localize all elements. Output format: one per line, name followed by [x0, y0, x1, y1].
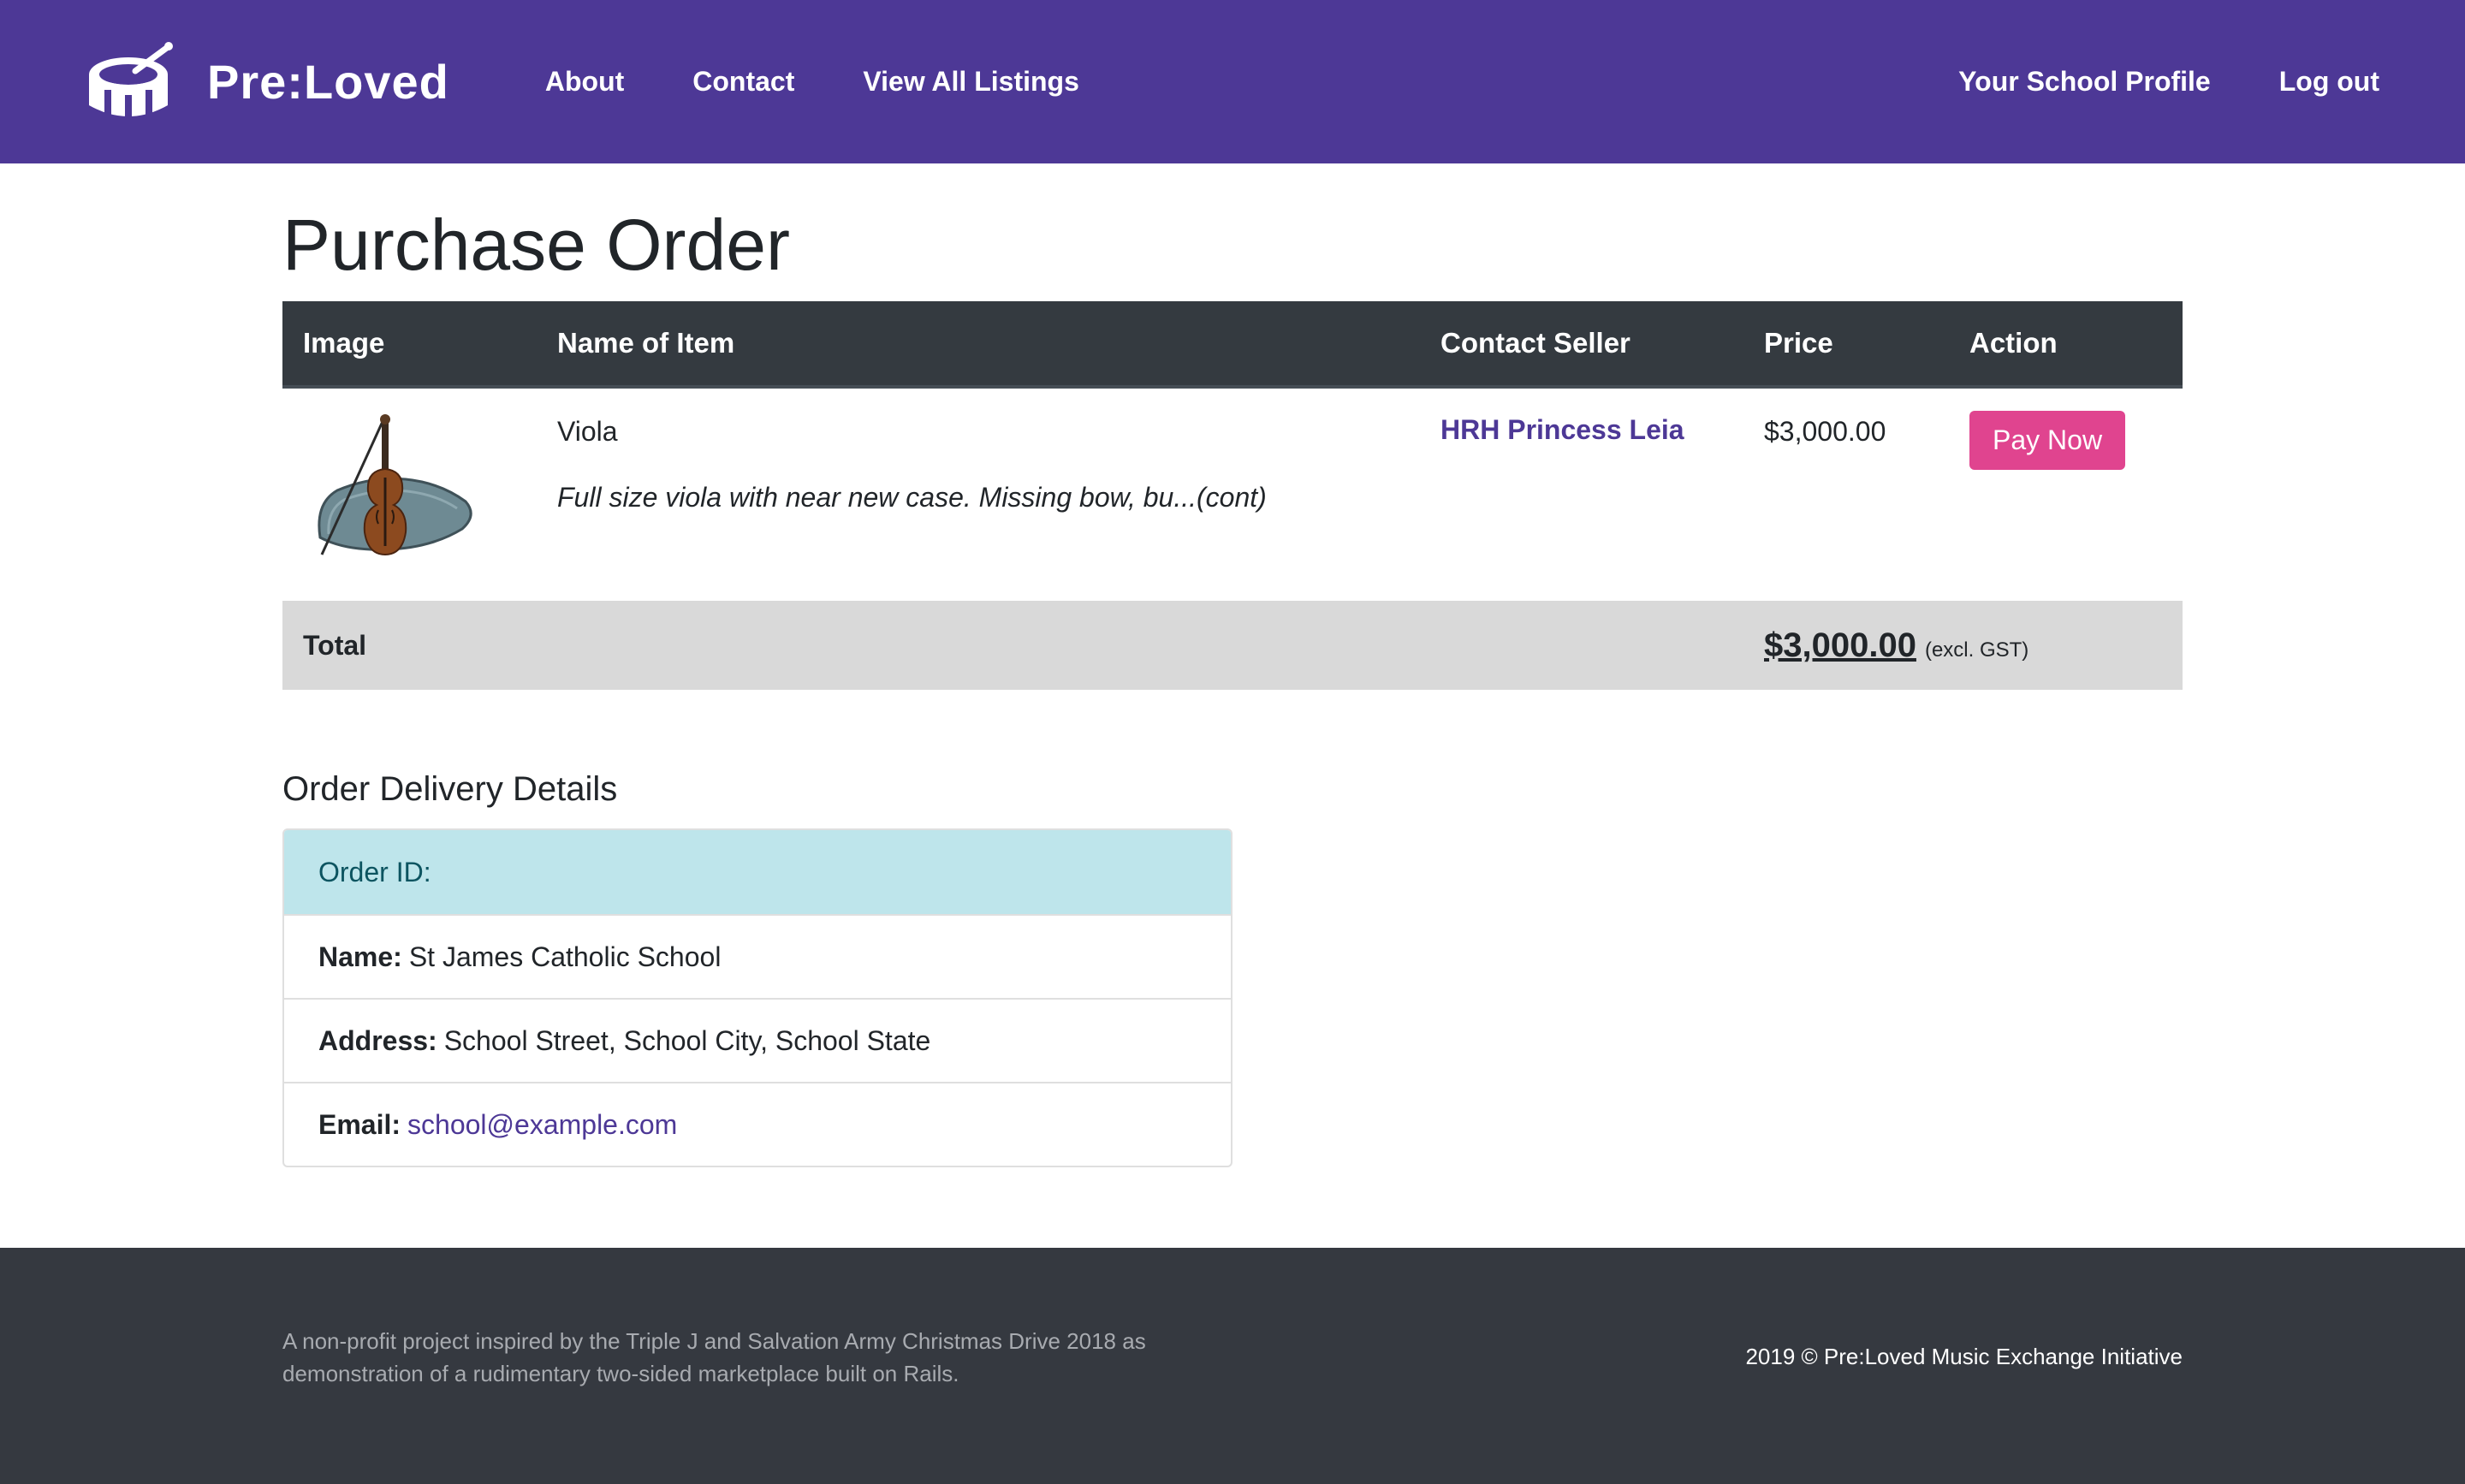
- drum-logo-icon: [89, 41, 173, 121]
- table-header-row: Image Name of Item Contact Seller Price …: [282, 301, 2183, 389]
- brand-link[interactable]: Pre:Loved: [86, 41, 449, 122]
- item-name-cell: Viola Full size viola with near new case…: [537, 387, 1420, 601]
- column-header-image: Image: [282, 301, 537, 389]
- pay-now-button[interactable]: Pay Now: [1969, 411, 2126, 470]
- item-price: $3,000.00: [1764, 416, 1886, 447]
- total-label: Total: [282, 601, 537, 690]
- footer-description: A non-profit project inspired by the Tri…: [282, 1328, 1146, 1386]
- viola-image: [318, 414, 472, 556]
- order-id-row: Order ID:: [284, 830, 1231, 914]
- total-gst-note: (excl. GST): [1924, 638, 2029, 662]
- brand-name: Pre:Loved: [207, 55, 449, 109]
- order-table: Image Name of Item Contact Seller Price …: [282, 301, 2183, 690]
- footer-copyright: 2019 © Pre:Loved Music Exchange Initiati…: [1745, 1344, 2183, 1369]
- item-description: Full size viola with near new case. Miss…: [557, 482, 1267, 513]
- total-amount: $3,000.00: [1764, 626, 1916, 664]
- delivery-email-row: Email: school@example.com: [284, 1082, 1231, 1166]
- page-title: Purchase Order: [282, 205, 790, 285]
- order-id-label: Order ID:: [318, 856, 431, 887]
- nav-link-view-all-listings[interactable]: View All Listings: [863, 66, 1079, 98]
- item-image-cell: [282, 387, 537, 601]
- seller-cell: HRH Princess Leia: [1420, 387, 1743, 601]
- column-header-action: Action: [1949, 301, 2183, 389]
- email-link[interactable]: school@example.com: [407, 1109, 677, 1141]
- nav-right: Your School Profile Log out: [1890, 66, 2379, 98]
- column-header-name: Name of Item: [537, 301, 1420, 389]
- delivery-details-list: Order ID: Name: St James Catholic School…: [282, 828, 1232, 1167]
- name-value: St James Catholic School: [408, 941, 722, 972]
- contact-seller-link[interactable]: HRH Princess Leia: [1440, 414, 1684, 445]
- nav-link-contact[interactable]: Contact: [692, 66, 794, 98]
- total-row: Total $3,000.00 (excl. GST): [282, 601, 2183, 690]
- delivery-section-title: Order Delivery Details: [282, 770, 618, 808]
- address-value: School Street, School City, School State: [443, 1024, 931, 1056]
- table-row: Viola Full size viola with near new case…: [282, 387, 2183, 601]
- address-label: Address:: [318, 1024, 437, 1056]
- nav-link-logout[interactable]: Log out: [2279, 66, 2379, 98]
- navbar: Pre:Loved About Contact View All Listing…: [0, 0, 2465, 163]
- action-cell: Pay Now: [1949, 387, 2183, 601]
- nav-link-about[interactable]: About: [545, 66, 624, 98]
- column-header-seller: Contact Seller: [1420, 301, 1743, 389]
- item-name: Viola: [557, 416, 618, 447]
- email-label: Email:: [318, 1108, 401, 1140]
- name-label: Name:: [318, 941, 402, 972]
- delivery-name-row: Name: St James Catholic School: [284, 914, 1231, 998]
- column-header-price: Price: [1743, 301, 1949, 389]
- delivery-address-row: Address: School Street, School City, Sch…: [284, 998, 1231, 1082]
- nav-link-school-profile[interactable]: Your School Profile: [1958, 66, 2211, 98]
- footer: A non-profit project inspired by the Tri…: [0, 1248, 2465, 1484]
- nav-left: About Contact View All Listings: [545, 66, 1148, 98]
- total-amount-cell: $3,000.00 (excl. GST): [1743, 601, 2183, 690]
